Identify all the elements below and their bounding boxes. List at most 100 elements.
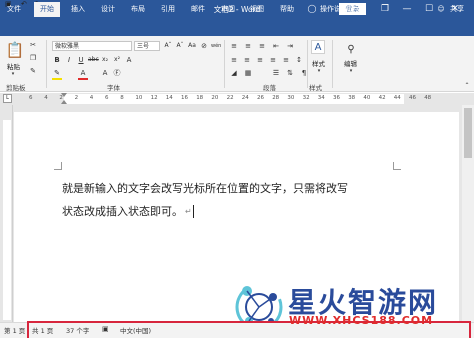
multilevel-list-icon[interactable]: ≡: [257, 41, 267, 51]
font-color-bar: [78, 78, 88, 80]
text-effects-icon[interactable]: A: [124, 55, 134, 65]
enclose-char-icon[interactable]: Ⓕ: [112, 68, 122, 78]
highlight-icon[interactable]: ✎: [52, 68, 62, 78]
ruler-number: 48: [424, 95, 432, 101]
italic-button[interactable]: I: [64, 55, 74, 65]
ruler-number: 4: [44, 95, 48, 101]
shading-icon[interactable]: ◢: [229, 68, 239, 78]
paste-icon[interactable]: 📋: [6, 40, 25, 60]
tab-layout[interactable]: 布局: [126, 2, 150, 17]
tell-me-search[interactable]: 操作说明搜索: [320, 2, 368, 17]
copy-icon[interactable]: ❐: [28, 53, 38, 63]
ruler-number: 6: [29, 95, 33, 101]
ruler-number: 24: [241, 95, 249, 101]
subscript-button[interactable]: x₂: [100, 55, 110, 65]
ruler-number: 16: [181, 95, 188, 101]
cut-icon[interactable]: ✂: [28, 40, 38, 50]
sort-icon[interactable]: ⇅: [285, 68, 295, 78]
highlight-color-bar: [52, 78, 62, 80]
collapse-ribbon-icon[interactable]: ⌃: [463, 81, 471, 89]
styles-group-label: 样式: [309, 84, 322, 92]
decrease-indent-icon[interactable]: ⇤: [271, 41, 281, 51]
line-spacing-icon[interactable]: ↕: [294, 55, 304, 65]
tab-design[interactable]: 设计: [96, 2, 120, 17]
font-name-combo[interactable]: 微软雅黑: [52, 41, 132, 51]
justify-icon[interactable]: ≡: [268, 55, 278, 65]
ruler-number: 34: [317, 95, 325, 101]
bold-button[interactable]: B: [52, 55, 62, 65]
document-body[interactable]: 就是新输入的文字会改写光标所在位置的文字，只需将改写 状态改成插入状态即可。 ↵: [62, 177, 402, 223]
paragraph-mark-icon: ↵: [185, 207, 192, 216]
ruler-number: 10: [135, 95, 143, 101]
ruler-number: 26: [257, 95, 264, 101]
ruler-number: 30: [287, 95, 295, 101]
share-icon: ☺: [437, 5, 445, 13]
tab-insert[interactable]: 插入: [66, 2, 90, 17]
font-size-combo[interactable]: 三号: [134, 41, 160, 51]
ruler-number: 22: [226, 95, 234, 101]
tab-references[interactable]: 引用: [156, 2, 180, 17]
superscript-button[interactable]: x²: [112, 55, 122, 65]
ruler-number: 14: [165, 95, 173, 101]
strikethrough-button[interactable]: abc: [88, 55, 99, 65]
ruler-number: 2: [59, 95, 63, 101]
shrink-font-icon[interactable]: Aˇ: [175, 41, 185, 51]
scrollbar-thumb[interactable]: [464, 108, 472, 158]
minimize-button[interactable]: —: [398, 2, 416, 16]
ruler-number: 20: [211, 95, 219, 101]
group-divider: [332, 40, 333, 88]
group-divider: [307, 40, 308, 88]
ruler-number: 40: [363, 95, 371, 101]
share-button[interactable]: 共享: [447, 2, 467, 17]
tab-file[interactable]: 文件: [2, 2, 26, 17]
bullets-icon[interactable]: ≡: [229, 41, 239, 51]
ruler-number: 12: [150, 95, 158, 101]
tab-view[interactable]: 视图: [245, 2, 269, 17]
ruler-number: 2: [74, 95, 79, 101]
grow-font-icon[interactable]: Aˆ: [163, 41, 173, 51]
ruler-number: 44: [393, 95, 401, 101]
paragraph-line-1[interactable]: 就是新输入的文字会改写光标所在位置的文字，只需将改写: [62, 177, 402, 200]
ruler-number: 46: [409, 95, 416, 101]
paragraph-line-2-text[interactable]: 状态改成插入状态即可。: [62, 200, 183, 223]
ruler-number: 8: [120, 95, 124, 101]
numbering-icon[interactable]: ≡: [243, 41, 253, 51]
ruler-number: 32: [302, 95, 310, 101]
font-color-icon[interactable]: A: [78, 68, 88, 78]
align-left-icon[interactable]: ≡: [229, 55, 239, 65]
change-case-icon[interactable]: Aa: [187, 41, 197, 51]
tab-help[interactable]: 帮助: [275, 2, 299, 17]
paste-dropdown-icon[interactable]: ▾: [9, 70, 17, 78]
clipboard-group-label: 剪贴板: [6, 84, 26, 92]
tab-selector-icon[interactable]: L: [3, 94, 12, 103]
find-icon[interactable]: ⚲: [344, 42, 358, 56]
ruler-number: 6: [105, 95, 109, 101]
styles-letter-icon: A: [314, 41, 322, 53]
tab-review[interactable]: 审阅: [216, 2, 240, 17]
paragraph-line-2[interactable]: 状态改成插入状态即可。 ↵: [62, 200, 402, 223]
phonetic-guide-icon[interactable]: wén: [211, 41, 221, 51]
format-painter-icon[interactable]: ✎: [28, 66, 38, 76]
page-number-status[interactable]: 第 1 页: [4, 325, 25, 335]
clear-format-icon[interactable]: ⊘: [199, 41, 209, 51]
distributed-icon[interactable]: ≡: [281, 55, 291, 65]
tab-mailings[interactable]: 邮件: [186, 2, 210, 17]
align-right-icon[interactable]: ≡: [255, 55, 265, 65]
vertical-ruler-text-area: [3, 120, 11, 320]
char-shading-icon[interactable]: A: [100, 68, 110, 78]
increase-indent-icon[interactable]: ⇥: [285, 41, 295, 51]
underline-button[interactable]: U: [76, 55, 86, 65]
text-cursor: [192, 205, 194, 218]
align-center-icon[interactable]: ≡: [242, 55, 252, 65]
restore-icon[interactable]: ❐: [376, 2, 394, 16]
borders-icon[interactable]: ▦: [243, 68, 253, 78]
editing-dropdown-icon[interactable]: ▾: [347, 67, 355, 75]
styles-dropdown-icon[interactable]: ▾: [315, 67, 323, 75]
ruler-number: 42: [378, 95, 386, 101]
margin-corner-top-right: [393, 162, 401, 170]
tab-home[interactable]: 开始: [34, 2, 60, 17]
chinese-layout-icon[interactable]: ☰: [271, 68, 281, 78]
ribbon-tabs: [0, 19, 474, 36]
font-group-label: 字体: [107, 84, 120, 92]
watermark-url: WWW.XHCS188.COM: [289, 314, 434, 327]
